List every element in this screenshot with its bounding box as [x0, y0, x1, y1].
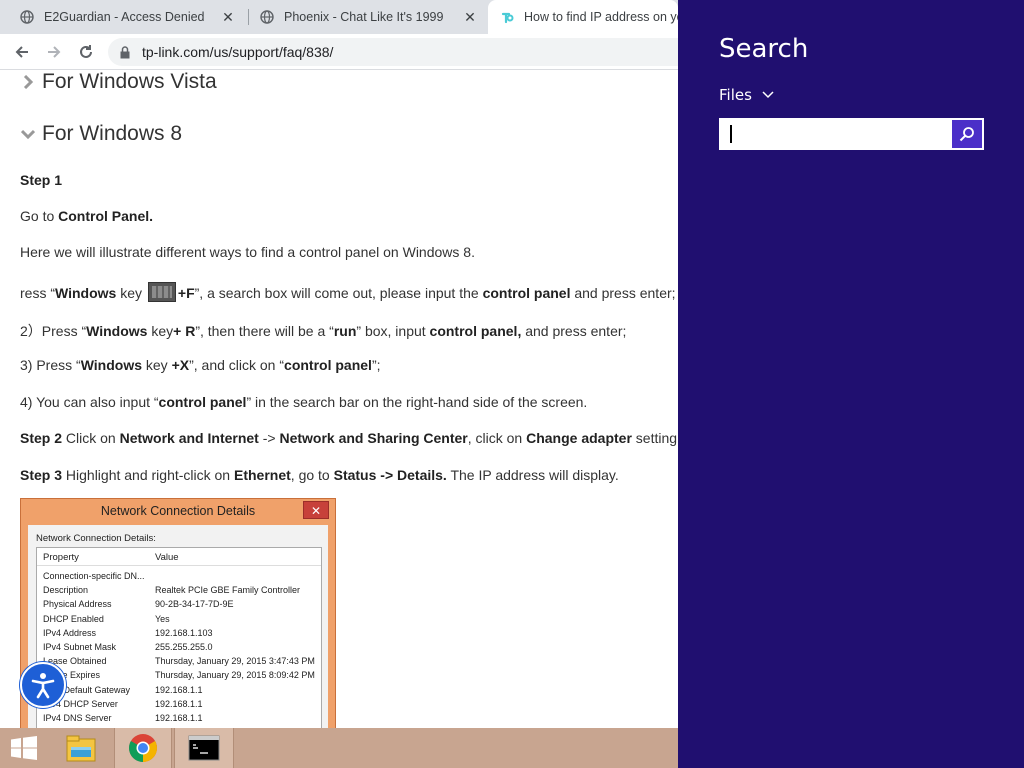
back-button[interactable] [10, 40, 34, 64]
section-title: For Windows 8 [42, 122, 183, 145]
table-row: IPv4 Subnet Mask 255.255.255.0 [37, 641, 321, 655]
tab-phoenix[interactable]: Phoenix - Chat Like It's 1999 ✕ [250, 0, 488, 34]
tplink-icon [500, 10, 514, 24]
scope-label: Files [719, 86, 752, 104]
close-icon[interactable]: ✕ [462, 9, 478, 25]
address-bar[interactable]: tp-link.com/us/support/faq/838/ [108, 38, 688, 66]
search-icon [959, 127, 974, 142]
value-cell: Thursday, January 29, 2015 8:09:42 PM [155, 670, 315, 681]
search-box [719, 118, 984, 150]
table-row: IPv4 DHCP Server 192.168.1.1 [37, 698, 321, 712]
property-cell: IPv4 Subnet Mask [43, 642, 117, 652]
chrome-icon [129, 734, 157, 762]
url-text: tp-link.com/us/support/faq/838/ [142, 44, 334, 60]
tab-separator [248, 9, 249, 25]
method-1: ress “Windows key +F”, a search box will… [20, 282, 676, 302]
chevron-down-icon [20, 126, 36, 142]
section-title: For Windows Vista [42, 70, 217, 93]
start-button[interactable] [0, 728, 48, 768]
search-button[interactable] [952, 120, 982, 148]
property-cell: Description [43, 585, 89, 596]
details-list: Property Value Connection-specific DN...… [36, 547, 322, 728]
desktop: E2Guardian - Access Denied ✕ Phoenix - C… [0, 0, 1024, 768]
taskbar [0, 728, 678, 768]
windows-start-icon [11, 736, 37, 760]
windows-key-image [147, 282, 176, 302]
property-cell: Physical Address [43, 599, 112, 610]
dialog-title: Network Connection Details [100, 504, 256, 518]
method-3: 3) Press “Windows key +X”, and click on … [20, 357, 381, 373]
charm-title: Search [719, 34, 809, 64]
browser-toolbar: tp-link.com/us/support/faq/838/ [0, 34, 688, 70]
property-cell: IPv4 DNS Server [43, 713, 112, 723]
file-explorer-icon [66, 735, 96, 762]
value-cell: 192.168.1.103 [155, 627, 213, 638]
property-cell: Connection-specific DN... [43, 571, 145, 581]
column-header-value: Value [155, 552, 179, 563]
step2-text: Step 2 Click on Network and Internet -> … [20, 430, 678, 446]
command-prompt-icon [188, 735, 220, 761]
property-cell: DHCP Enabled [43, 613, 104, 624]
arrow-left-icon [15, 46, 28, 58]
search-input[interactable] [721, 120, 954, 148]
property-cell: IPv4 Address [43, 627, 97, 638]
chrome-button[interactable] [114, 728, 172, 768]
tab-title: How to find IP address on you [524, 10, 678, 24]
tab-bar: E2Guardian - Access Denied ✕ Phoenix - C… [0, 0, 678, 34]
dialog-caption: Network Connection Details: [36, 533, 156, 544]
reload-button[interactable] [74, 40, 98, 64]
table-row: Description Realtek PCIe GBE Family Contr… [37, 584, 321, 598]
search-scope-dropdown[interactable]: Files [719, 86, 774, 104]
value-cell: 192.168.1.1 [155, 698, 203, 709]
forward-button[interactable] [42, 40, 66, 64]
method-4: 4) You can also input “control panel” in… [20, 394, 588, 410]
command-prompt-button[interactable] [174, 728, 234, 768]
step1-label: Step 1 [20, 172, 63, 188]
section-vista[interactable]: For Windows Vista [20, 70, 217, 94]
method-2: 2）Press “Windows key+ R”, then there wil… [20, 323, 627, 339]
value-cell: 192.168.1.1 [155, 684, 203, 695]
tab-tplink-active[interactable]: How to find IP address on you [488, 0, 678, 34]
file-explorer-button[interactable] [58, 728, 104, 768]
lock-icon [120, 45, 130, 59]
globe-icon [20, 10, 34, 24]
table-row: Lease Expires Thursday, January 29, 2015 … [37, 669, 321, 683]
close-icon[interactable]: ✕ [220, 9, 236, 25]
page-content: For Windows Vista For Windows 8 Step 1 G… [0, 70, 678, 728]
globe-icon [260, 10, 274, 24]
table-row: IPv4 DNS Server 192.168.1.1 [37, 712, 321, 726]
value-cell: Yes [155, 613, 170, 624]
arrow-right-icon [48, 46, 61, 58]
column-header-property: Property [43, 552, 79, 563]
value-cell: 192.168.1.1 [155, 713, 203, 723]
text-caret [730, 125, 732, 143]
chevron-down-icon [762, 91, 774, 99]
table-row: DHCP Enabled Yes [37, 613, 321, 627]
table-row: Connection-specific DN... [37, 570, 321, 584]
accessibility-button[interactable] [20, 662, 66, 708]
tab-title: Phoenix - Chat Like It's 1999 [284, 10, 444, 24]
chevron-right-icon [20, 74, 36, 90]
value-cell: 255.255.255.0 [155, 642, 213, 652]
dialog-body: Network Connection Details: Property Val… [28, 525, 328, 728]
tab-e2guardian[interactable]: E2Guardian - Access Denied ✕ [8, 0, 246, 34]
tab-title: E2Guardian - Access Denied [44, 10, 205, 24]
table-row: Lease Obtained Thursday, January 29, 2015… [37, 655, 321, 669]
section-windows8[interactable]: For Windows 8 [20, 122, 182, 146]
step3-text: Step 3 Highlight and right-click on Ethe… [20, 467, 619, 483]
accessibility-icon [31, 673, 55, 699]
close-icon: ✕ [303, 501, 329, 519]
network-details-screenshot: Network Connection Details ✕ Network Con… [20, 498, 336, 728]
intro-text: Here we will illustrate different ways t… [20, 244, 475, 260]
value-cell: Thursday, January 29, 2015 3:47:43 PM [155, 656, 315, 667]
list-header: Property Value [37, 548, 321, 566]
table-row: IPv4 Default Gateway 192.168.1.1 [37, 684, 321, 698]
search-charm-panel: Search Files [678, 0, 1024, 768]
reload-icon [80, 45, 92, 58]
table-row: Physical Address 90-2B-34-17-7D-9E [37, 598, 321, 612]
table-row: IPv4 Address 192.168.1.103 [37, 627, 321, 641]
value-cell: 90-2B-34-17-7D-9E [155, 599, 234, 610]
goto-control-panel: Go to Control Panel. [20, 208, 154, 224]
value-cell: Realtek PCIe GBE Family Controller [155, 585, 301, 596]
